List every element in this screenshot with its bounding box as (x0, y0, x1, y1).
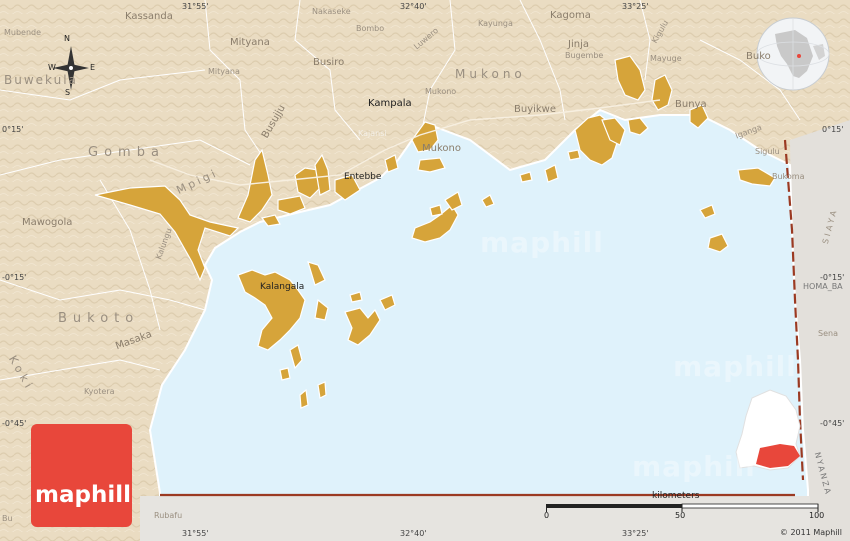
coord-lat1-right: 0°15' (822, 125, 844, 134)
compass-w: W (48, 63, 56, 72)
label-rubafu: Rubafu (154, 511, 183, 520)
coord-lon2-bot: 32°40' (400, 529, 427, 538)
coord-lon1-top: 31°55' (182, 2, 209, 11)
compass-n: N (64, 34, 70, 43)
label-kassanda: Kassanda (125, 11, 173, 22)
coord-lon3-bot: 33°25' (622, 529, 649, 538)
scale-tick-0: 0 (544, 511, 550, 520)
label-bugembe: Bugembe (565, 51, 604, 60)
label-mubende: Mubende (4, 28, 42, 37)
label-mukono3: Mukono (422, 143, 461, 154)
label-buko: Buko (746, 51, 771, 62)
label-busiro: Busiro (313, 57, 345, 68)
label-mityana1: Mityana (230, 37, 270, 48)
maphill-logo-text: maphill (35, 482, 131, 508)
label-bunya: Bunya (675, 99, 707, 110)
coord-lon1-bot: 31°55' (182, 529, 209, 538)
scale-tick-50: 50 (675, 511, 686, 520)
label-entebbe: Entebbe (344, 172, 382, 182)
label-gomba: Gomba (88, 145, 165, 160)
coord-lat3-right: -0°45' (820, 419, 845, 428)
label-buwekula: Buwekula (4, 73, 78, 87)
label-mukono1: Mukono (455, 67, 526, 81)
coord-lon2-top: 32°40' (400, 2, 427, 11)
compass-e: E (90, 63, 96, 72)
label-buyikwe: Buyikwe (514, 104, 557, 115)
maphill-logo[interactable]: maphill (31, 424, 132, 527)
coord-lat1-left: 0°15' (2, 125, 24, 134)
label-kyotera: Kyotera (84, 387, 115, 396)
label-sigulu: Sigulu (755, 147, 780, 156)
label-kayunga: Kayunga (478, 19, 513, 28)
label-mityana2: Mityana (208, 67, 240, 76)
copyright: © 2011 Maphill (779, 528, 842, 537)
coord-lat2-right: -0°15' (820, 273, 845, 282)
scale-tick-100: 100 (809, 511, 825, 520)
label-nakaseke: Nakaseke (312, 7, 351, 16)
label-kagoma: Kagoma (550, 10, 591, 21)
label-sena: Sena (818, 329, 838, 338)
coord-lon3-top: 33°25' (622, 2, 649, 11)
coord-lat2-left: -0°15' (2, 273, 27, 282)
label-bombo: Bombo (356, 24, 385, 33)
watermark-1: maphill (480, 226, 604, 259)
coord-lat3-left: -0°45' (2, 419, 27, 428)
label-mayuge: Mayuge (650, 54, 682, 63)
label-kalangala: Kalangala (260, 282, 305, 292)
label-kampala: Kampala (368, 98, 412, 109)
label-jinja: Jinja (568, 39, 589, 50)
label-bukanga: Bu (2, 514, 13, 523)
label-kajansi: Kajansi (358, 129, 387, 138)
label-homabay: HOMA_BA (803, 282, 843, 291)
watermark-2: maphill (673, 350, 797, 383)
watermark-3: maphill (632, 450, 756, 483)
label-bukoma: Bukoma (772, 172, 805, 181)
compass-s: S (65, 88, 71, 97)
label-mawogola: Mawogola (22, 217, 73, 228)
label-mukono2: Mukono (425, 87, 457, 96)
label-bukoto: Bukoto (58, 311, 140, 326)
scale-title: kilometers (652, 491, 700, 501)
